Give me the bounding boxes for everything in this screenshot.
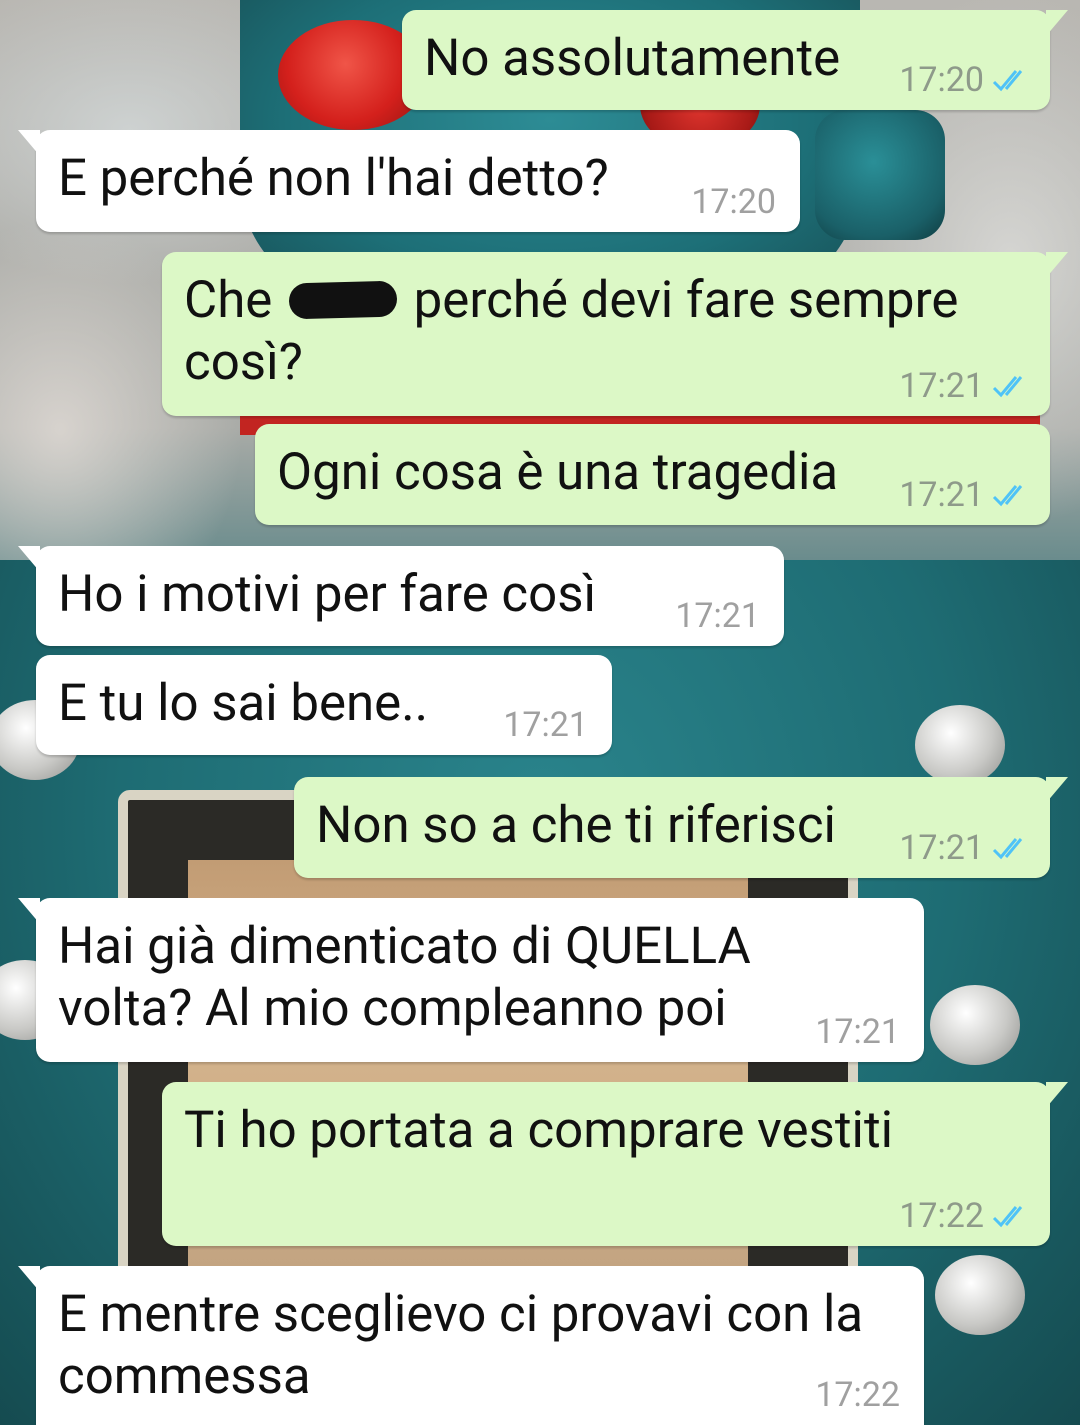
message-text: Ho i motivi per fare così xyxy=(58,565,597,624)
outgoing-message[interactable]: Ogni cosa è una tragedia 17:21 xyxy=(255,424,1050,525)
message-meta: 17:21 xyxy=(503,705,588,745)
incoming-message[interactable]: E perché non l'hai detto? 17:20 xyxy=(18,130,800,232)
message-text: E perché non l'hai detto? xyxy=(58,149,609,208)
message-time: 17:22 xyxy=(815,1375,900,1415)
message-text: Hai già dimenticato di QUELLA volta? Al … xyxy=(58,917,751,1038)
message-meta: 17:21 xyxy=(899,475,1032,515)
message-time: 17:21 xyxy=(815,1012,900,1052)
message-meta: 17:20 xyxy=(899,60,1032,100)
message-text: Ti ho portata a comprare vestiti xyxy=(184,1101,894,1160)
incoming-message[interactable]: Hai già dimenticato di QUELLA volta? Al … xyxy=(18,898,924,1062)
message-time: 17:21 xyxy=(899,366,984,406)
message-meta: 17:20 xyxy=(691,182,776,222)
double-check-icon xyxy=(992,1206,1023,1228)
incoming-message[interactable]: Ho i motivi per fare così 17:21 xyxy=(18,546,784,646)
message-meta: 17:22 xyxy=(899,1196,1032,1236)
double-check-icon xyxy=(992,376,1023,398)
message-list: No assolutamente 17:20 E perché non l'ha… xyxy=(0,0,1080,1425)
message-time: 17:21 xyxy=(503,705,588,745)
message-time: 17:21 xyxy=(675,596,760,636)
message-text: E mentre sceglievo ci provavi con la com… xyxy=(58,1285,864,1406)
double-check-icon xyxy=(992,70,1023,92)
incoming-message[interactable]: E mentre sceglievo ci provavi con la com… xyxy=(18,1266,924,1425)
message-time: 17:20 xyxy=(899,60,984,100)
message-meta: 17:21 xyxy=(815,1012,900,1052)
message-meta: 17:22 xyxy=(815,1375,900,1415)
message-time: 17:22 xyxy=(899,1196,984,1236)
message-meta: 17:21 xyxy=(675,596,760,636)
outgoing-message[interactable]: No assolutamente 17:20 xyxy=(402,10,1068,110)
message-meta: 17:21 xyxy=(899,366,1032,406)
outgoing-message[interactable]: Che perché devi fare sempre così? 17:21 xyxy=(162,252,1068,416)
outgoing-message[interactable]: Non so a che ti riferisci 17:21 xyxy=(294,777,1068,878)
message-meta: 17:21 xyxy=(899,828,1032,868)
censored-word xyxy=(288,280,398,319)
double-check-icon xyxy=(992,838,1023,860)
double-check-icon xyxy=(992,485,1023,507)
message-time: 17:21 xyxy=(899,475,984,515)
incoming-message[interactable]: E tu lo sai bene.. 17:21 xyxy=(36,655,612,755)
message-time: 17:20 xyxy=(691,182,776,222)
message-time: 17:21 xyxy=(899,828,984,868)
outgoing-message[interactable]: Ti ho portata a comprare vestiti 17:22 xyxy=(162,1082,1068,1246)
